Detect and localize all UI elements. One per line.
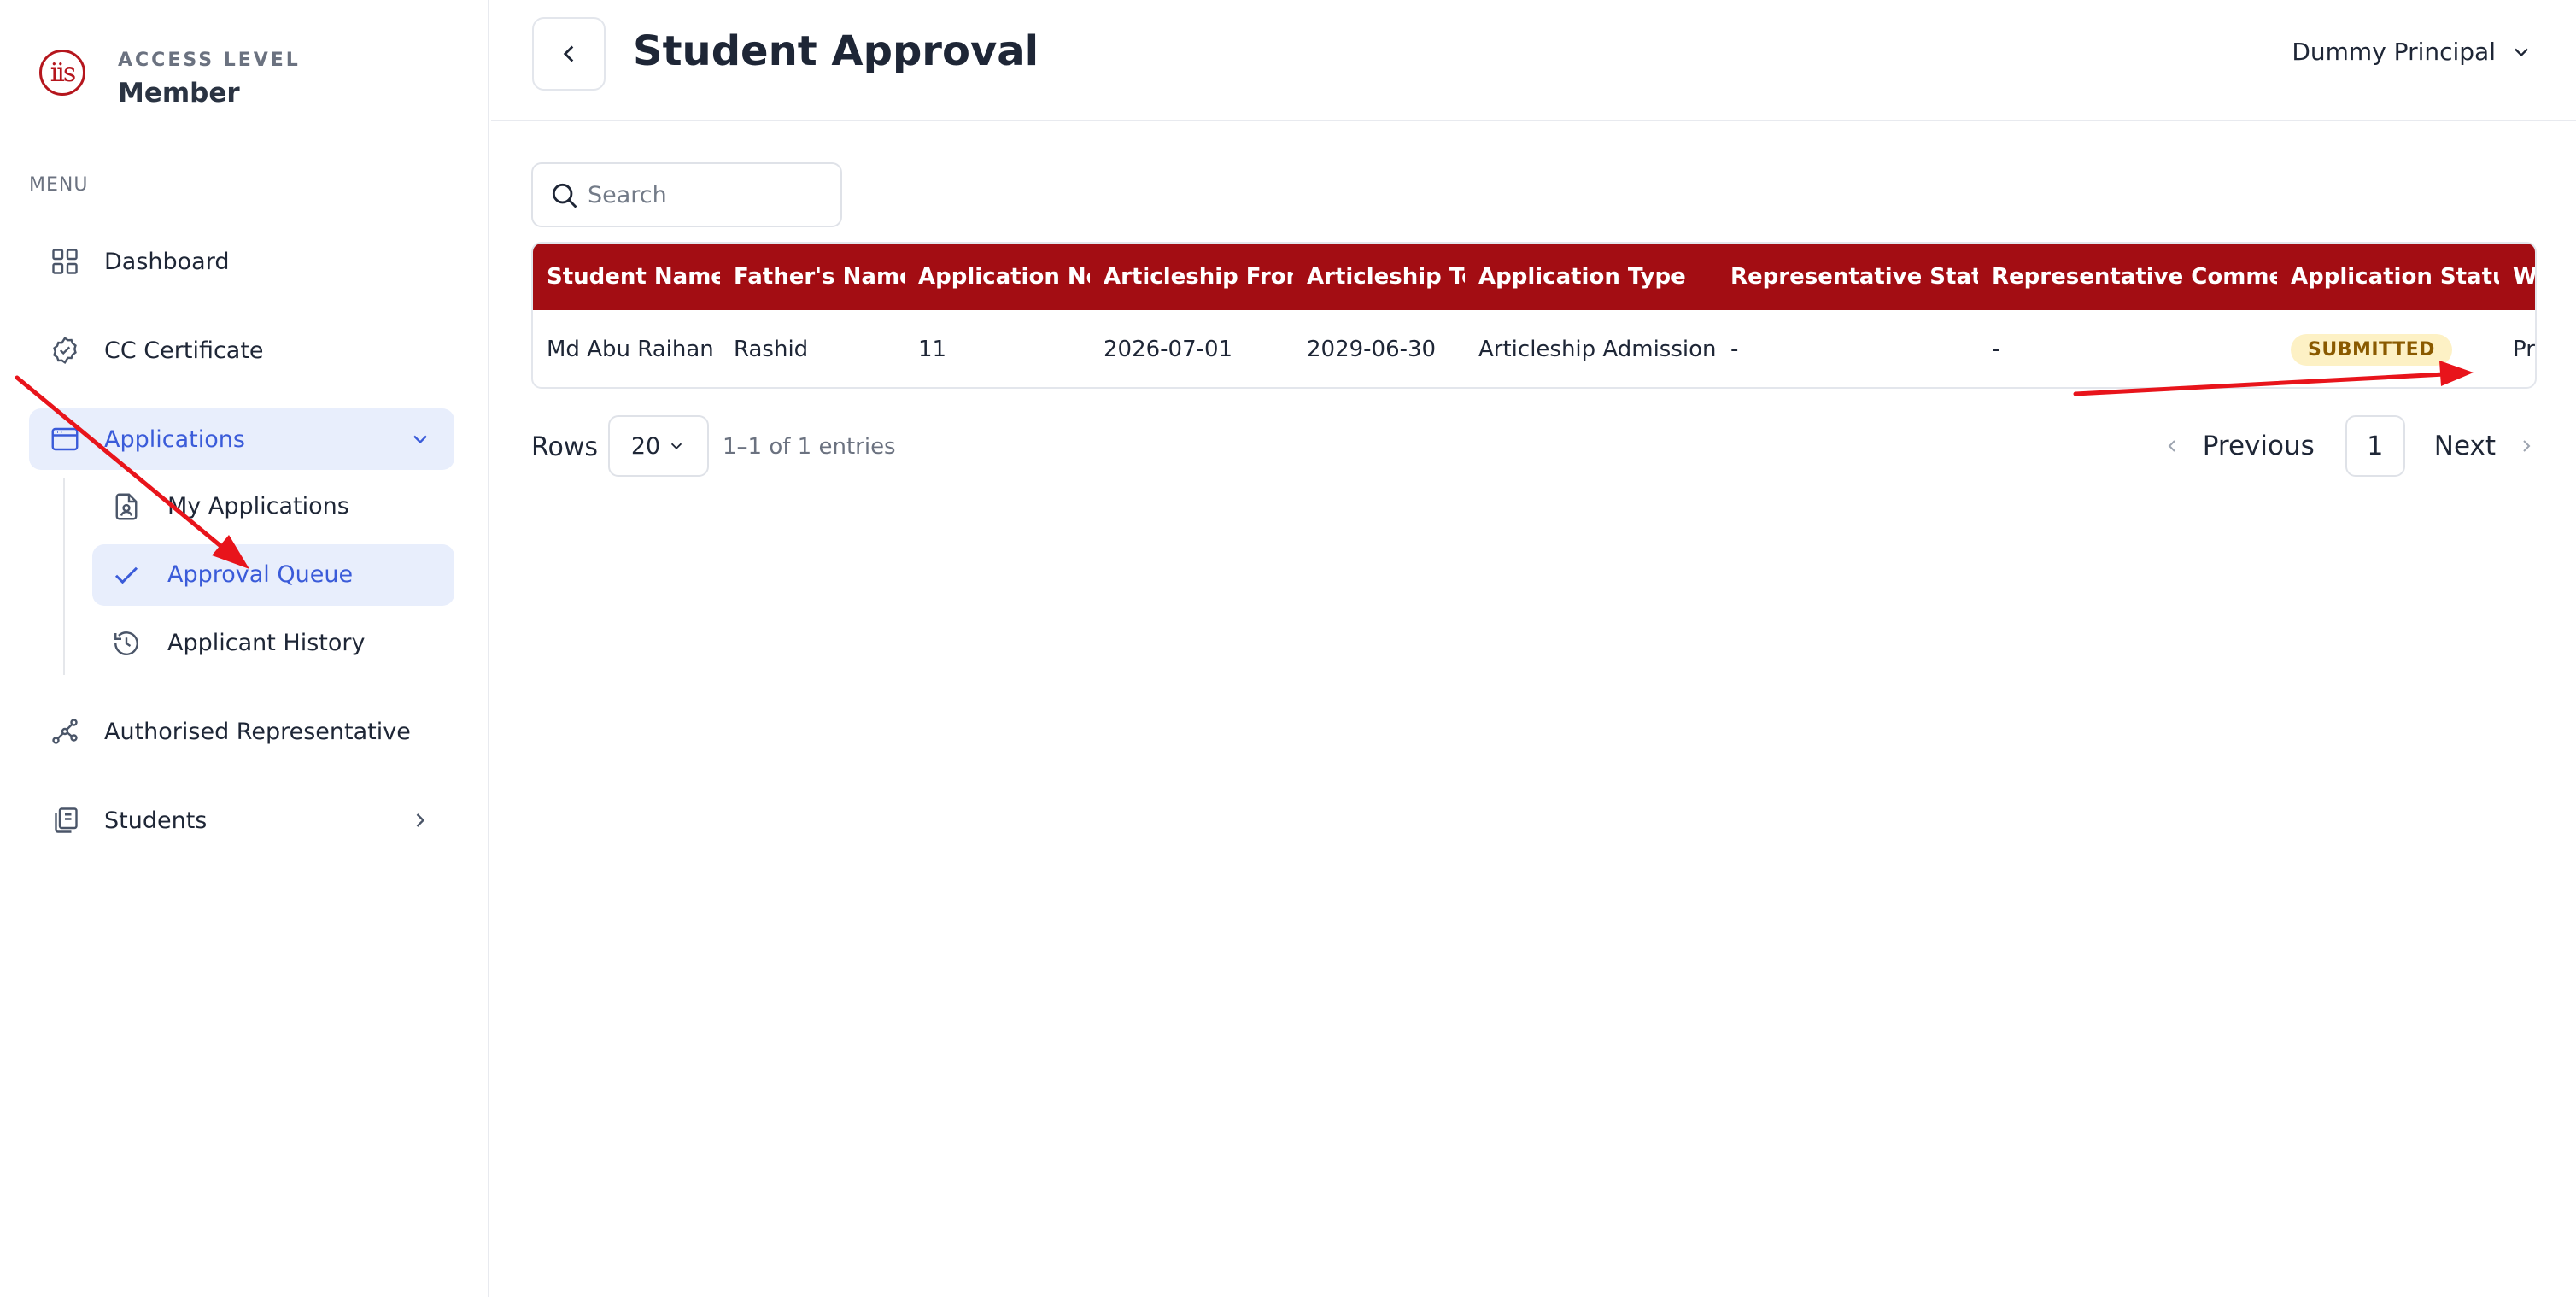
access-level-label: ACCESS LEVEL	[118, 50, 301, 71]
cell-representative-status: -	[1730, 337, 1739, 362]
chevron-right-icon[interactable]	[408, 808, 432, 832]
rows-per-page-select[interactable]: 20	[608, 415, 709, 477]
book-copy-icon	[55, 807, 78, 833]
page-title: Student Approval	[633, 27, 1039, 75]
sidebar-subitem-label: Applicant History	[167, 630, 366, 656]
next-page-button[interactable]: Next	[2434, 431, 2537, 461]
cell-student-name: Md Abu Raihan	[547, 337, 714, 362]
sidebar-item-label: Dashboard	[104, 248, 230, 275]
cell-representative-comment: -	[1992, 337, 2000, 362]
rows-label: Rows	[531, 432, 599, 462]
cell-articleship-to: 2029-06-30	[1307, 337, 1437, 362]
sidebar-subitem-applicant-history[interactable]: Applicant History	[92, 613, 454, 674]
cell-articleship-from: 2026-07-01	[1104, 337, 1233, 362]
column-header-student-name[interactable]: Student Name	[533, 244, 720, 310]
student-approval-table: Student Name Father's Name Application N…	[531, 242, 2537, 389]
column-header-fathers-name[interactable]: Father's Name	[720, 244, 905, 310]
access-level-block: ACCESS LEVEL Member	[118, 50, 374, 109]
network-icon	[52, 719, 78, 744]
column-header-application-status[interactable]: Application Status	[2277, 244, 2499, 310]
cell-application-no: 11	[918, 337, 947, 362]
chevron-down-icon[interactable]	[408, 427, 432, 451]
page-number-button[interactable]: 1	[2345, 415, 2405, 477]
chevron-down-icon	[2515, 48, 2528, 56]
menu-label: MENU	[29, 174, 89, 196]
sidebar-item-label: CC Certificate	[104, 337, 264, 364]
cell-application-status: SUBMITTED	[2277, 310, 2499, 387]
column-header-articleship-from[interactable]: Articleship From	[1090, 244, 1293, 310]
sidebar-item-authorised-representative[interactable]: Authorised Representative	[29, 701, 454, 762]
sidebar-item-label: Authorised Representative	[104, 718, 411, 745]
sidebar-item-applications[interactable]: Applications	[29, 408, 454, 470]
brand: iis ACCESS LEVEL Member	[39, 50, 298, 109]
page-header: Student Approval Dummy Principal	[491, 0, 2576, 121]
history-icon	[114, 631, 138, 655]
cell-fathers-name: Rashid	[734, 337, 809, 362]
column-header-application-type[interactable]: Application Type	[1465, 244, 1717, 310]
submenu-guide-line	[63, 478, 65, 675]
column-header-representative-comment[interactable]: Representative Comment	[1978, 244, 2277, 310]
column-header-application-no[interactable]: Application No	[905, 244, 1090, 310]
column-header-articleship-to[interactable]: Articleship To	[1293, 244, 1465, 310]
badge-check-icon	[53, 337, 77, 364]
sidebar-item-label: Applications	[104, 425, 245, 453]
check-icon	[114, 566, 138, 584]
user-name: Dummy Principal	[2292, 38, 2496, 66]
chevron-down-icon	[671, 443, 682, 450]
back-button[interactable]	[532, 17, 606, 91]
browser-window-icon	[51, 427, 79, 451]
search-icon	[552, 183, 577, 208]
cell-application-type: Articleship Admission	[1478, 337, 1717, 362]
grid-icon	[52, 249, 78, 274]
sidebar-item-students[interactable]: Students	[29, 789, 454, 851]
pagination: Previous 1 Next	[2162, 415, 2537, 477]
chevron-left-icon	[2168, 440, 2175, 452]
next-label: Next	[2433, 431, 2496, 461]
user-menu[interactable]: Dummy Principal	[2292, 38, 2533, 66]
column-header-work-status[interactable]: Work Status	[2499, 244, 2535, 310]
status-badge: SUBMITTED	[2291, 333, 2452, 366]
chevron-right-icon	[2523, 440, 2531, 452]
sidebar-subitem-label: Approval Queue	[167, 561, 354, 588]
entries-count: 1–1 of 1 entries	[723, 434, 896, 460]
sidebar: iis ACCESS LEVEL Member MENU Dashboard C…	[0, 0, 489, 1297]
previous-page-button[interactable]: Previous	[2162, 431, 2315, 461]
access-level-value: Member	[118, 78, 240, 109]
iis-logo[interactable]: iis	[39, 50, 85, 96]
cell-work-status: Pr	[2513, 337, 2535, 362]
search-input[interactable]	[588, 176, 827, 214]
rows-per-page-value: 20	[630, 432, 661, 460]
column-header-representative-status[interactable]: Representative Status	[1717, 244, 1978, 310]
file-user-icon	[115, 493, 138, 520]
sidebar-item-label: Students	[104, 807, 208, 834]
sidebar-subitem-approval-queue[interactable]: Approval Queue	[92, 544, 454, 606]
sidebar-item-dashboard[interactable]: Dashboard	[29, 231, 454, 292]
search-box	[531, 162, 842, 227]
chevron-left-icon	[563, 45, 574, 62]
table-header-row: Student Name Father's Name Application N…	[533, 244, 2535, 310]
sidebar-subitem-label: My Applications	[167, 493, 349, 519]
table-row[interactable]: Md Abu Raihan Rashid 11 2026-07-01 2029-…	[533, 310, 2535, 387]
sidebar-subitem-my-applications[interactable]: My Applications	[92, 476, 454, 537]
sidebar-item-cc-certificate[interactable]: CC Certificate	[29, 320, 454, 381]
data-table: Student Name Father's Name Application N…	[533, 244, 2535, 387]
previous-label: Previous	[2202, 431, 2315, 461]
